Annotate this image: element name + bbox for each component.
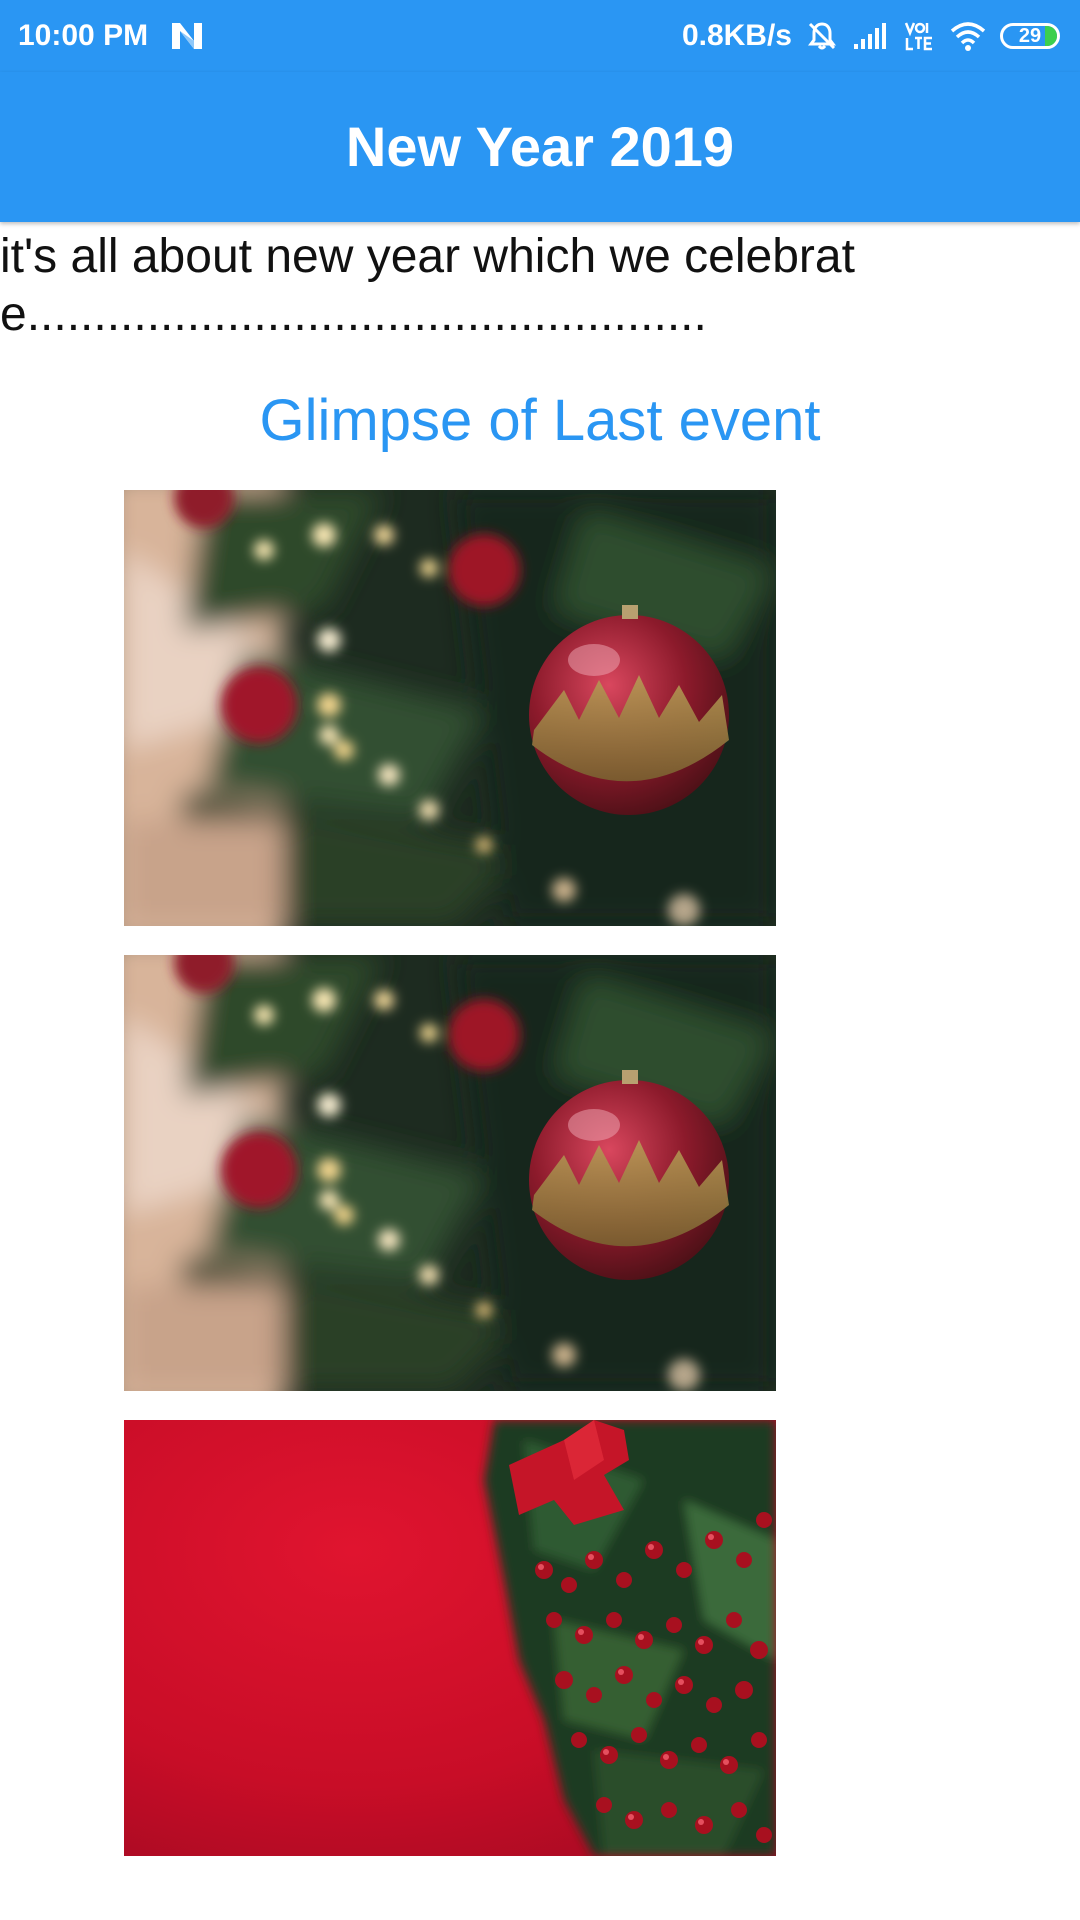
status-left: 10:00 PM [18, 0, 204, 72]
christmas-tree-ornaments-photo [124, 955, 776, 1391]
status-time: 10:00 PM [18, 19, 149, 52]
app-bar: New Year 2019 [0, 72, 1080, 222]
signal-icon [852, 22, 890, 50]
christmas-tree-ornaments-photo [124, 490, 776, 926]
volte-icon [904, 20, 936, 52]
status-right: 0.8KB/s 29 [682, 0, 1060, 72]
app-title: New Year 2019 [345, 114, 735, 178]
section-title: Glimpse of Last event [259, 388, 821, 453]
battery-icon: 29 [1000, 23, 1060, 49]
network-speed: 0.8KB/s [681, 19, 792, 52]
status-bar: 10:00 PM 0.8KB/s 29 [0, 0, 1080, 72]
notification-n-icon [170, 21, 204, 51]
battery-level: 29 [1018, 25, 1042, 47]
intro-text: it's all about new year which we celebra… [0, 230, 855, 341]
battery-fill [1045, 26, 1057, 46]
red-berries-wreath-photo [124, 1420, 776, 1856]
wifi-icon [950, 21, 986, 51]
mute-icon [806, 20, 838, 52]
